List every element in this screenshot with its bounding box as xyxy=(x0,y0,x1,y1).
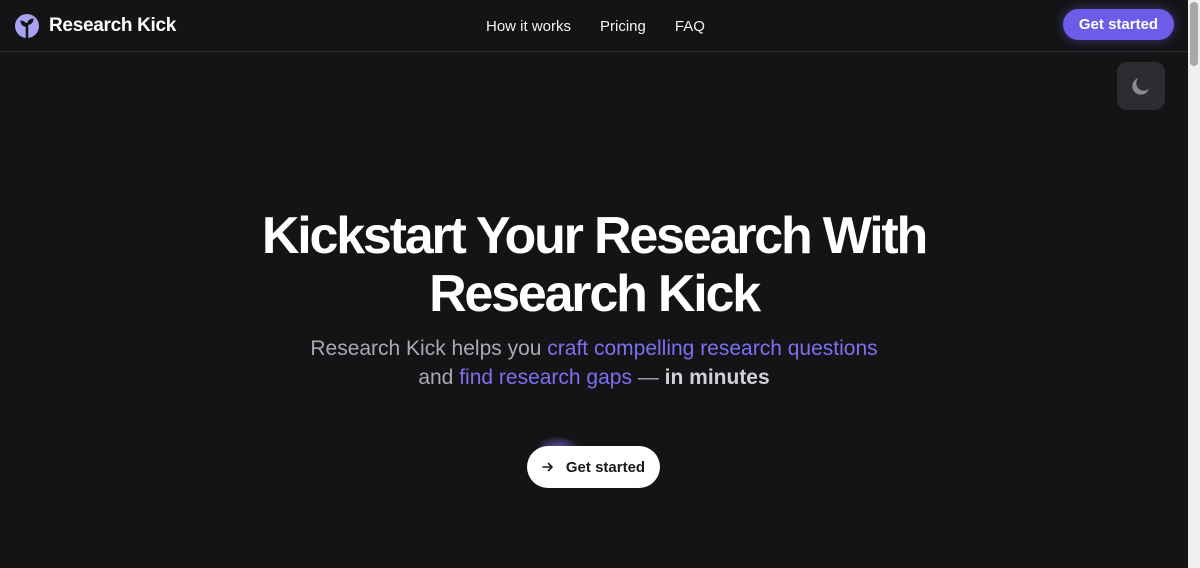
research-kick-logo-icon xyxy=(15,14,39,39)
nav-get-started-button[interactable]: Get started xyxy=(1063,9,1174,40)
nav-link-pricing[interactable]: Pricing xyxy=(600,18,646,35)
hero-subtitle-highlight-questions: craft compelling research questions xyxy=(547,337,878,360)
navbar: Research Kick How it works Pricing FAQ G… xyxy=(0,0,1188,52)
hero-get-started-label: Get started xyxy=(565,458,646,476)
hero-get-started-button[interactable]: Get started xyxy=(527,446,660,488)
page-scrollbar[interactable] xyxy=(1188,0,1200,568)
hero-title-line-1: Kickstart Your Research With xyxy=(261,207,928,265)
arrow-right-icon xyxy=(542,462,553,472)
hero-subtitle-bold: in minutes xyxy=(664,366,770,389)
brand-name: Research Kick xyxy=(49,15,177,36)
nav-links: How it works Pricing FAQ xyxy=(486,16,705,36)
nav-link-faq[interactable]: FAQ xyxy=(675,18,705,35)
hero-subtitle-text-1: Research Kick helps you xyxy=(310,337,548,360)
hero-subtitle-text-2: and xyxy=(418,366,460,389)
hero-title: Kickstart Your Research With Research Ki… xyxy=(0,207,1188,323)
hero-subtitle-text-3: — xyxy=(631,366,665,389)
brand[interactable]: Research Kick xyxy=(14,12,176,40)
hero-title-line-2: Research Kick xyxy=(429,265,761,323)
scrollbar-thumb[interactable] xyxy=(1190,2,1198,66)
hero-subtitle: Research Kick helps you craft compelling… xyxy=(0,334,1188,392)
theme-toggle-button[interactable] xyxy=(1117,62,1165,110)
nav-link-how-it-works[interactable]: How it works xyxy=(486,18,571,35)
hero-subtitle-highlight-gaps: find research gaps xyxy=(459,366,632,389)
moon-icon xyxy=(1132,78,1149,95)
